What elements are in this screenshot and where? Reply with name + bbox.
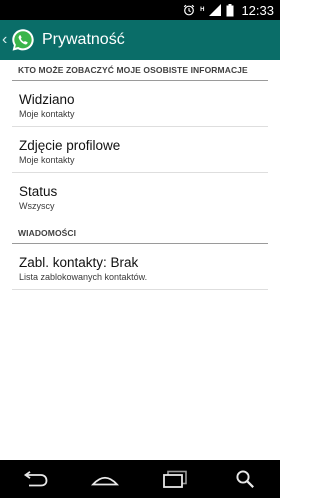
pref-subtitle: Moje kontakty xyxy=(19,109,75,119)
navigation-bar xyxy=(0,460,280,498)
network-type: H xyxy=(200,7,205,13)
up-navigation-icon[interactable]: ‹ xyxy=(2,32,10,48)
pref-subtitle: Moje kontakty xyxy=(19,155,75,165)
network-h-icon: H xyxy=(200,7,204,13)
signal-icon xyxy=(209,4,222,16)
pref-subtitle: Wszyscy xyxy=(19,201,55,211)
pref-status[interactable]: Status Wszyscy xyxy=(12,173,268,218)
alarm-icon xyxy=(183,4,195,16)
pref-last-seen[interactable]: Widziano Moje kontakty xyxy=(12,81,268,127)
pref-profile-photo[interactable]: Zdjęcie profilowe Moje kontakty xyxy=(12,127,268,173)
pref-blocked-contacts[interactable]: Zabl. kontakty: Brak Lista zablokowanych… xyxy=(12,244,268,290)
status-icons: H 12:33 xyxy=(183,0,274,20)
search-icon[interactable] xyxy=(225,460,265,498)
pref-title: Widziano xyxy=(19,92,75,107)
settings-list: KTO MOŻE ZOBACZYĆ MOJE OSOBISTE INFORMAC… xyxy=(0,60,280,290)
whatsapp-logo-icon[interactable] xyxy=(10,27,36,53)
pref-title: Status xyxy=(19,184,58,199)
clock: 12:33 xyxy=(241,2,274,18)
section-header-personal-info: KTO MOŻE ZOBACZYĆ MOJE OSOBISTE INFORMAC… xyxy=(12,60,268,81)
pref-title: Zabl. kontakty: Brak xyxy=(19,255,139,270)
page-title: Prywatność xyxy=(42,31,125,48)
battery-icon xyxy=(226,3,234,17)
section-header-label: KTO MOŻE ZOBACZYĆ MOJE OSOBISTE INFORMAC… xyxy=(18,65,248,75)
action-bar: ‹ Prywatność xyxy=(0,20,280,60)
home-icon[interactable] xyxy=(85,460,125,498)
pref-subtitle: Lista zablokowanych kontaktów. xyxy=(19,272,148,282)
section-header-messages: WIADOMOŚCI xyxy=(12,223,268,244)
recent-apps-icon[interactable] xyxy=(155,460,195,498)
pref-title: Zdjęcie profilowe xyxy=(19,138,121,153)
section-header-label: WIADOMOŚCI xyxy=(18,228,77,238)
status-bar: H 12:33 xyxy=(0,0,280,20)
back-icon[interactable] xyxy=(15,460,55,498)
